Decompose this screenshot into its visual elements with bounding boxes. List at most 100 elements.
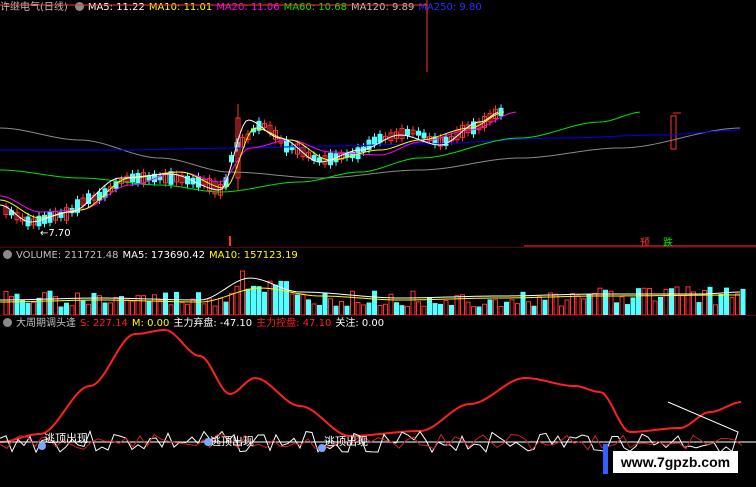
volume-bar [597, 287, 603, 315]
volume-bar [718, 293, 724, 315]
volume-bar [295, 294, 300, 315]
volume-bar [300, 293, 306, 315]
tick-mark [229, 236, 231, 246]
volume-bar [344, 305, 350, 315]
volume-bar [680, 295, 685, 315]
signal-label-3: 逃顶出现 [324, 435, 368, 448]
volume-bar [240, 270, 245, 315]
candle-body [284, 139, 289, 153]
volume-bar [476, 306, 482, 315]
volume-bar [306, 299, 311, 315]
volume-bar [163, 292, 168, 315]
volume-bar [394, 302, 399, 315]
volume-bar [366, 302, 372, 315]
volume-bar [608, 290, 614, 315]
volume-bar [328, 298, 333, 315]
volume-bar [361, 304, 366, 315]
volume-bar [256, 286, 262, 315]
volume-bar [438, 303, 443, 315]
volume-bar [168, 304, 174, 315]
volume-bar [201, 303, 207, 315]
candle-body [372, 136, 377, 145]
volume-bar [460, 294, 465, 315]
price-chart[interactable] [0, 0, 756, 247]
volume-bar [740, 288, 746, 315]
volume-bar [405, 305, 410, 315]
volume-bar [130, 300, 135, 315]
volume-bar [311, 303, 317, 315]
volume-bar [58, 306, 64, 315]
volume-bar [91, 292, 97, 315]
volume-bar [42, 292, 47, 315]
signal-label-2: 逃顶出现 [210, 435, 254, 448]
volume-ma10-line [0, 287, 741, 303]
volume-bar [548, 292, 553, 315]
volume-bar [652, 300, 658, 315]
volume-bar [707, 286, 713, 315]
volume-bar [641, 287, 647, 315]
volume-bar [223, 301, 229, 315]
oscillator-line [0, 401, 739, 454]
volume-bar [669, 288, 674, 315]
volume-bar [377, 305, 383, 315]
volume-bar [427, 297, 432, 315]
volume-bar [581, 298, 586, 315]
volume-bar [102, 302, 108, 315]
volume-bar [619, 296, 625, 315]
volume-bar [658, 296, 663, 315]
volume-bar [267, 280, 273, 315]
low-price-marker: ←7.70 [40, 228, 71, 239]
candle-body [670, 115, 677, 150]
volume-bar [185, 303, 190, 315]
volume-bar [537, 296, 542, 315]
volume-bar [498, 306, 504, 315]
volume-bar [636, 288, 641, 315]
volume-bar [97, 295, 102, 315]
volume-bar [630, 297, 636, 315]
volume-bar [647, 287, 652, 315]
volume-bar [416, 301, 421, 315]
volume-bar [69, 305, 75, 315]
volume-bar [251, 285, 256, 315]
volume-bar [124, 299, 130, 315]
volume-bar [284, 281, 289, 315]
volume-bar [625, 304, 630, 315]
volume-bar [152, 294, 157, 315]
volume-bar [449, 304, 454, 315]
volume-bar [674, 286, 680, 315]
volume-bar [14, 293, 20, 315]
watermark: www.7gpzb.com [613, 451, 738, 473]
candle-body [377, 133, 383, 143]
volume-bar [696, 302, 702, 315]
volume-chart[interactable] [0, 248, 756, 315]
volume-bar [729, 296, 735, 315]
volume-bar [713, 304, 718, 315]
volume-bar [322, 293, 328, 315]
volume-bar [432, 303, 438, 315]
candle-body [416, 130, 421, 136]
volume-bar [20, 299, 25, 315]
volume-ma5-line [0, 277, 741, 301]
volume-bar [234, 285, 240, 315]
volume-bar [421, 305, 427, 315]
candle-body [317, 157, 322, 163]
volume-bar [119, 296, 124, 315]
volume-bar [410, 290, 416, 315]
price-panel[interactable]: 许继电气(日线) MA5: 11.22 MA10: 11.01 MA20: 11.06… [0, 0, 756, 249]
volume-bar [157, 299, 163, 315]
volume-bar [575, 295, 581, 315]
volume-bar [218, 297, 223, 315]
volume-bar [212, 305, 218, 315]
indicator-panel[interactable]: 大周期调头逢 S: 227.14 M: 0.00 主力弃盘: -47.10 主力控盘: … [0, 316, 756, 487]
volume-bar [564, 299, 570, 315]
volume-bar [80, 300, 86, 315]
volume-bar [245, 288, 251, 315]
volume-bar [75, 292, 80, 315]
volume-bar [493, 299, 498, 315]
volume-bar [317, 304, 322, 315]
volume-bar [542, 299, 548, 315]
volume-bar [86, 303, 91, 315]
volume-bar [372, 290, 377, 315]
volume-panel[interactable]: VOLUME: 211721.48 MA5: 173690.42 MA10: 157… [0, 248, 756, 315]
volume-bar [443, 300, 449, 315]
